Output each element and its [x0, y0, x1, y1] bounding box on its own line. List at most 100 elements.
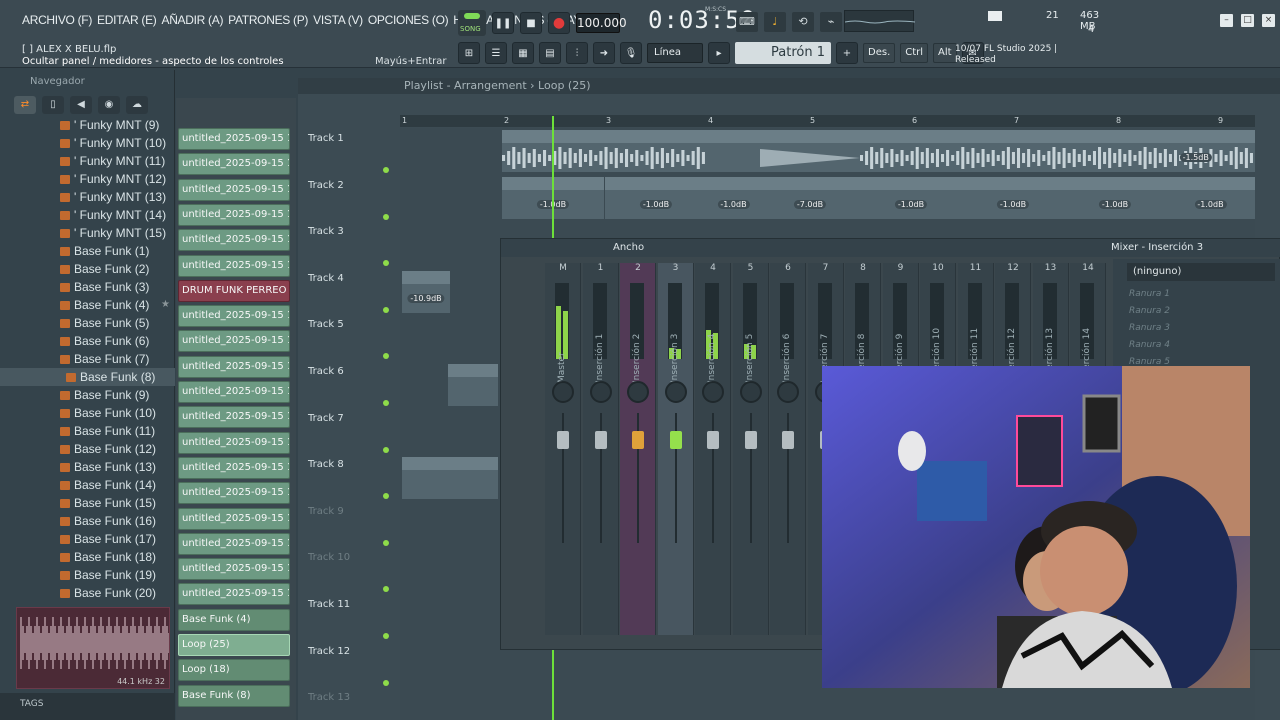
pan-knob[interactable] [702, 381, 724, 403]
clip-bajo-5[interactable]: BAJO 7 - ROSE CLUB -1.0dB [962, 177, 1064, 219]
clip-track8[interactable]: Base Funk (4) [402, 457, 498, 499]
channel-item[interactable]: untitled_2025-09-15 17-... [178, 381, 290, 403]
mixer-strip[interactable]: 1 Inserción 1 [582, 263, 619, 635]
alt-button[interactable]: Alt [933, 43, 957, 63]
volume-fader[interactable] [744, 431, 757, 449]
close-icon[interactable]: × [1262, 14, 1275, 27]
track-enable-led[interactable] [383, 539, 389, 546]
track-enable-led[interactable] [383, 213, 389, 220]
browser-item[interactable]: Base Funk (17) [0, 530, 175, 548]
mixer-strip[interactable]: 2 Inserción 2 [620, 263, 656, 635]
track-enable-led[interactable] [383, 493, 389, 500]
globe-icon[interactable]: ◉ [98, 96, 120, 114]
track-header[interactable]: Track 10 [308, 552, 394, 596]
browser-item[interactable]: Base Funk (3) [0, 278, 175, 296]
browser-item[interactable]: ' Funky MNT (11) [0, 152, 175, 170]
browser-item[interactable]: Base Funk (13) [0, 458, 175, 476]
pan-knob[interactable] [552, 381, 574, 403]
menu-vista[interactable]: VISTA (V) [313, 13, 363, 27]
track-enable-led[interactable] [383, 633, 389, 639]
snap-select[interactable]: Línea [647, 43, 703, 63]
slot-1[interactable]: Ranura 1 [1129, 289, 1170, 299]
browser-item[interactable]: Base Funk (6) [0, 332, 175, 350]
volume-fader[interactable] [782, 431, 794, 449]
track-enable-led[interactable] [383, 446, 389, 453]
channel-rack-icon[interactable]: ▤ [539, 42, 561, 64]
clip-bajo-3[interactable]: BAJ..CLUB -1.0dB [707, 177, 760, 219]
track-enable-led[interactable] [383, 167, 389, 173]
browser-item[interactable]: ' Funky MNT (15) [0, 224, 175, 242]
browser-item[interactable]: Base Funk (1) [0, 242, 175, 260]
volume-fader[interactable] [707, 431, 719, 449]
channel-item[interactable]: untitled_2025-09-15 17-... [178, 153, 290, 176]
browser-item[interactable]: Base Funk (9) [0, 386, 175, 404]
track-header[interactable]: Track 11 [308, 599, 394, 643]
browser-item[interactable]: ' Funky MNT (10) [0, 134, 175, 152]
song-pattern-toggle[interactable]: SONG [458, 10, 486, 36]
clip-untitle-cion2[interactable]: untitle..ción 2 -7.0dB [760, 177, 860, 219]
channel-item[interactable]: untitled_2025-09-15 17-... [178, 305, 290, 328]
channel-item[interactable]: untitled_2025-09-15 17-... [178, 330, 290, 353]
volume-fader[interactable] [594, 431, 607, 449]
track-enable-led[interactable] [383, 353, 389, 360]
channel-item[interactable]: untitled_2025-09-15 17-... [178, 203, 290, 226]
snap-icon[interactable]: ⊞ [458, 42, 480, 64]
track-header[interactable]: Track 5 [308, 319, 394, 363]
browser-item[interactable]: Base Funk (15) [0, 494, 175, 512]
pan-knob[interactable] [664, 381, 687, 403]
mic-icon[interactable]: ⌁ [820, 12, 842, 32]
track-enable-led[interactable] [383, 586, 389, 593]
channel-item[interactable]: Loop (18) [178, 659, 290, 682]
speaker-icon[interactable]: ◀ [70, 96, 92, 114]
star-icon[interactable]: ★ [161, 296, 170, 314]
clip-funk-base[interactable]: FUNK Base x Alex EL Beatmaker [502, 130, 707, 172]
browser-item[interactable]: ' Funky MNT (9) [0, 116, 175, 134]
browser-item[interactable]: Base Funk (14) [0, 476, 175, 494]
browser-item[interactable]: Base Funk (16) [0, 512, 175, 530]
minimize-icon[interactable]: – [1220, 14, 1233, 27]
track-enable-led[interactable] [383, 400, 389, 406]
news-panel[interactable]: 10/07 FL Studio 2025 | Released [955, 44, 1057, 66]
piano-roll-icon[interactable]: ▦ [512, 42, 534, 64]
cloud-icon[interactable]: ☁ [126, 96, 148, 114]
track-header[interactable]: Track 3 [308, 226, 394, 270]
slot-3[interactable]: Ranura 3 [1129, 323, 1170, 333]
clip-bajo-6[interactable]: BAJO 7 - ROSE CLUB -1.0dB [1064, 177, 1166, 219]
pan-knob[interactable] [627, 381, 649, 403]
browser-item[interactable]: Base Funk (20) [0, 584, 175, 602]
browser-item[interactable]: Base Funk (18) [0, 548, 175, 566]
channel-item[interactable]: untitled_2025-09-15 17-... [178, 558, 290, 581]
track-header[interactable]: Track 6 [308, 366, 394, 410]
browser-item[interactable]: Base Funk (2) [0, 260, 175, 278]
channel-item[interactable]: Base Funk (4) [178, 608, 290, 631]
track-header[interactable]: Track 13 [308, 692, 394, 720]
browser-item[interactable]: Base Funk (12) [0, 440, 175, 458]
channel-item[interactable]: untitled_2025-09-15 17-... [178, 406, 290, 429]
channel-item[interactable]: untitled_2025-09-15 17-... [178, 583, 290, 606]
channel-item[interactable]: untitled_2025-09-15 17-... [178, 254, 290, 277]
volume-fader[interactable] [557, 431, 569, 449]
channel-item[interactable]: untitled_2025-09-15 17-... [178, 456, 290, 479]
track-header[interactable]: Track 7 [308, 413, 394, 457]
menu-opciones[interactable]: OPCIONES (O) [368, 13, 449, 27]
channel-item[interactable]: DRUM FUNK PERREO [178, 279, 290, 302]
timeline-ruler[interactable]: 1 2 3 4 5 6 7 8 9 [400, 115, 1255, 127]
clip-bajo-2[interactable]: BAJO 7 - ROSE CLUB -1.0dB [605, 177, 707, 219]
keyboard-icon[interactable]: ⌨ [736, 12, 758, 32]
track-enable-led[interactable] [383, 679, 389, 686]
menu-patrones[interactable]: PATRONES (P) [228, 13, 308, 27]
browser-item[interactable]: Base Funk (11) [0, 422, 175, 440]
des-button[interactable]: Des. [863, 43, 896, 63]
channel-item[interactable]: untitled_2025-09-15 17-... [178, 355, 290, 378]
mixer-strip[interactable]: 6 Inserción 6 [770, 263, 806, 635]
clip-track4[interactable]: unti..ón 2 -10.9dB [402, 271, 450, 313]
browser-item[interactable]: ' Funky MNT (13) [0, 188, 175, 206]
pause-button[interactable]: ❚❚ [492, 12, 514, 34]
mixer-strip[interactable]: 3 Inserción 3 [657, 263, 694, 635]
menu-anadir[interactable]: AÑADIR (A) [161, 13, 223, 27]
channel-item[interactable]: untitled_2025-09-15 17-... [178, 431, 290, 454]
channel-item[interactable]: untitled_2025-09-15 17-... [178, 229, 290, 252]
channel-item[interactable]: untitled_2025-09-15 17-... [178, 507, 290, 530]
clip-track6[interactable]: untitled..e [448, 364, 498, 406]
track-enable-led[interactable] [383, 306, 389, 313]
